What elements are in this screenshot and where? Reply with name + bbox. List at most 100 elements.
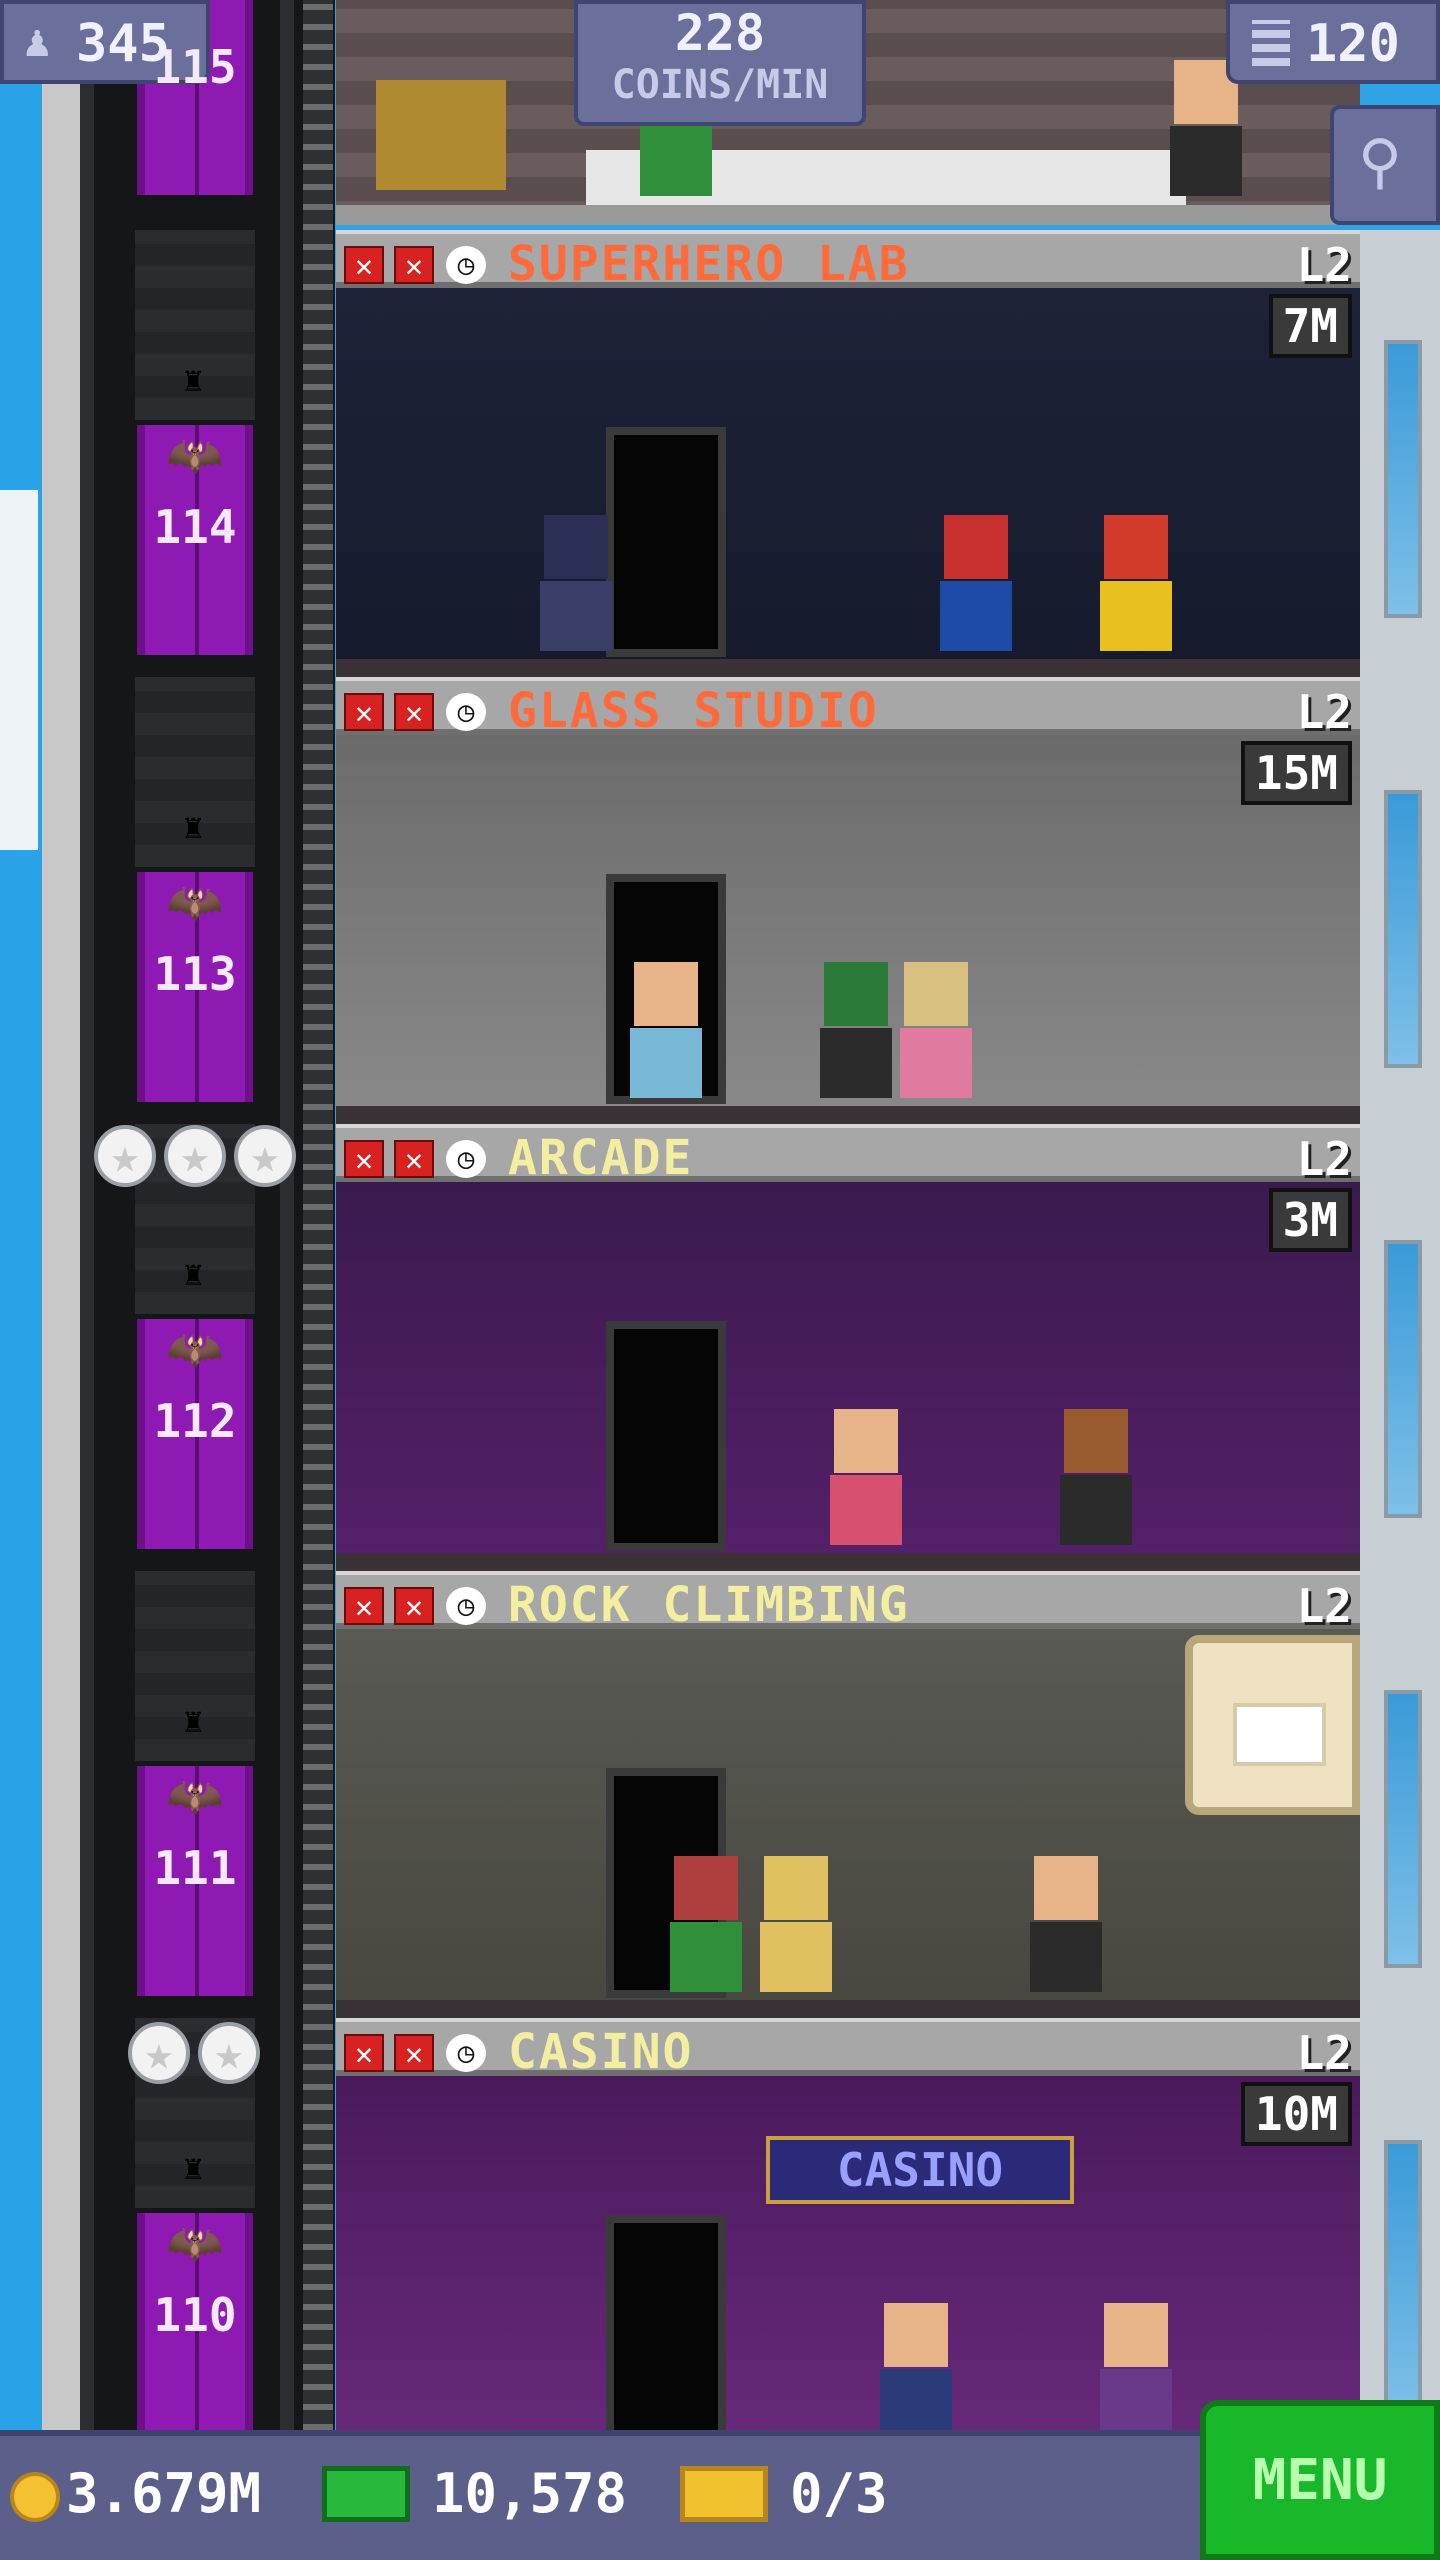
star-icon: ★ [198, 2022, 260, 2084]
star-rating: ★ ★ ★ [94, 1125, 296, 1187]
star-icon: ★ [128, 2022, 190, 2084]
floor-glass-studio[interactable]: ✕ ✕ ◷ GLASS STUDIO L2 15M [336, 677, 1360, 1124]
elevator-floor-number: 110 [153, 2288, 237, 2342]
person[interactable] [1026, 1856, 1106, 1996]
cloud [0, 490, 38, 850]
star-rating: ★ ★ [128, 2022, 260, 2084]
light-fixture-icon: ♜ [183, 807, 204, 847]
building-icon [1252, 20, 1290, 66]
elevator-segment-110[interactable]: ♜ 🦇 110 [55, 2018, 255, 2465]
floor-count-panel[interactable]: 120 [1226, 0, 1440, 84]
floor-arcade[interactable]: ✕ ✕ ◷ ARCADE L2 3M [336, 1124, 1360, 1571]
floor-casino[interactable]: ✕ ✕ ◷ CASINO L2 10M CASINO [336, 2018, 1360, 2465]
ticket-count: 0/3 [790, 2462, 888, 2525]
person[interactable] [896, 962, 976, 1102]
window [1384, 2140, 1422, 2418]
bat-icon: 🦇 [166, 428, 224, 482]
floor-level: L2 [1296, 1579, 1352, 1633]
clock-icon: ◷ [446, 693, 486, 731]
cauldron [376, 80, 506, 190]
person[interactable] [756, 1856, 836, 1996]
ticket-icon [680, 2466, 768, 2522]
floor-superhero-lab[interactable]: ✕ ✕ ◷ SUPERHERO LAB L2 7M [336, 230, 1360, 677]
x-icon: ✕ [394, 1587, 434, 1625]
person[interactable] [1096, 2303, 1176, 2443]
floor-title-bar[interactable]: ✕ ✕ ◷ ROCK CLIMBING L2 [336, 1571, 1360, 1633]
floor-level: L2 [1296, 1132, 1352, 1186]
ladder [303, 0, 333, 2430]
floor-door [606, 1321, 726, 1551]
person-icon: ♟ [24, 16, 51, 67]
floor-title-bar[interactable]: ✕ ✕ ◷ CASINO L2 [336, 2018, 1360, 2080]
floor-base [336, 659, 1360, 677]
floor-name: SUPERHERO LAB [508, 236, 910, 292]
x-icon: ✕ [394, 2034, 434, 2072]
light-fixture-icon: ♜ [183, 2148, 204, 2188]
floor-name: ARCADE [508, 1130, 694, 1186]
floor-name: ROCK CLIMBING [508, 1577, 910, 1633]
floor-name: CASINO [508, 2024, 694, 2080]
person[interactable] [1096, 515, 1176, 655]
floor-title-bar[interactable]: ✕ ✕ ◷ SUPERHERO LAB L2 [336, 230, 1360, 292]
floor-value-badge: 7M [1268, 294, 1352, 358]
floor-room[interactable] [336, 288, 1360, 677]
coin-balance: 3.679M [66, 2462, 262, 2525]
floor-value-badge: 3M [1268, 1188, 1352, 1252]
elevator-floor-number: 115 [153, 40, 237, 94]
floor-room[interactable] [336, 735, 1360, 1124]
floor-base [336, 1106, 1360, 1124]
elevator-segment-112[interactable]: ♜ 🦇 112 [55, 1124, 255, 1571]
menu-button[interactable]: MENU [1200, 2400, 1440, 2560]
floor-door [606, 427, 726, 657]
bat-icon: 🦇 [166, 1322, 224, 1376]
light-fixture-icon: ♜ [183, 1254, 204, 1294]
delivery-popup-button[interactable] [1185, 1635, 1360, 1815]
person[interactable] [536, 515, 616, 655]
elevator-segment-111[interactable]: ♜ 🦇 111 [55, 1571, 255, 2018]
elevator-segment-113[interactable]: ♜ 🦇 113 [55, 677, 255, 1124]
magnifier-icon: ⚲ [1358, 127, 1402, 197]
person[interactable] [816, 962, 896, 1102]
elevator-floor-number: 114 [153, 500, 237, 554]
x-icon: ✕ [394, 1140, 434, 1178]
clock-icon: ◷ [446, 2034, 486, 2072]
elevator-floor-number: 112 [153, 1394, 237, 1448]
window [1384, 790, 1422, 1068]
floor-title-bar[interactable]: ✕ ✕ ◷ GLASS STUDIO L2 [336, 677, 1360, 739]
elevator-floor-number: 111 [153, 1841, 237, 1895]
tower-right-wall [1360, 230, 1440, 2430]
floor-room[interactable] [336, 1182, 1360, 1571]
window [1384, 1690, 1422, 1968]
shaft-rail-right [280, 0, 294, 2430]
floor-level: L2 [1296, 238, 1352, 292]
bat-icon: 🦇 [166, 875, 224, 929]
coins-per-min-value: 228 [674, 4, 766, 62]
crate-icon [1233, 1703, 1326, 1766]
elevator-segment-114[interactable]: ♜ 🦇 114 [55, 230, 255, 677]
light-fixture-icon: ♜ [183, 1701, 204, 1741]
clock-icon: ◷ [446, 246, 486, 284]
star-icon: ★ [164, 1125, 226, 1187]
floor-base [336, 1553, 1360, 1571]
elevator-floor-number: 113 [153, 947, 237, 1001]
person[interactable] [876, 2303, 956, 2443]
x-icon: ✕ [344, 1587, 384, 1625]
person[interactable] [666, 1856, 746, 1996]
person[interactable] [826, 1409, 906, 1549]
person[interactable] [936, 515, 1016, 655]
star-icon: ★ [234, 1125, 296, 1187]
floor-door [606, 2215, 726, 2445]
floor-title-bar[interactable]: ✕ ✕ ◷ ARCADE L2 [336, 1124, 1360, 1186]
x-icon: ✕ [344, 1140, 384, 1178]
bat-icon: 🦇 [166, 2216, 224, 2270]
floor-base [336, 2000, 1360, 2018]
search-button[interactable]: ⚲ [1330, 105, 1440, 225]
window [1384, 340, 1422, 618]
coins-per-min-label: COINS/MIN [611, 62, 829, 108]
floor-level: L2 [1296, 685, 1352, 739]
sky-background [0, 0, 42, 2430]
person[interactable] [1056, 1409, 1136, 1549]
floor-name: GLASS STUDIO [508, 683, 879, 739]
floor-value-badge: 15M [1240, 741, 1352, 805]
person[interactable] [626, 962, 706, 1102]
